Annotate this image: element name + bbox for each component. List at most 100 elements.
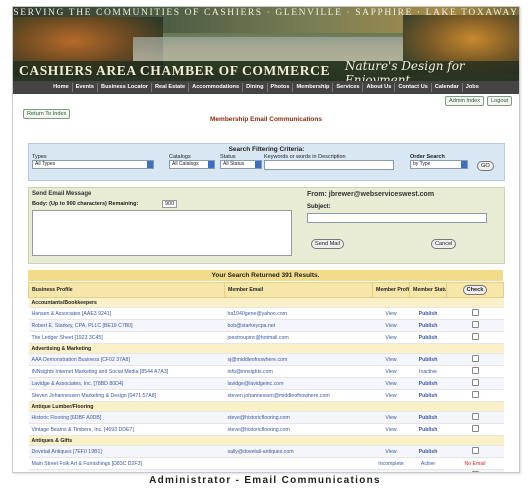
nav-item-services[interactable]: Services xyxy=(333,83,364,92)
business-name-link[interactable]: Hansen & Associates [AAE3 9241] xyxy=(28,307,225,320)
admin-index-button[interactable]: Admin Index xyxy=(445,96,485,106)
member-profile-link[interactable]: View xyxy=(372,445,410,458)
member-status: Publish xyxy=(409,389,447,402)
member-profile-link[interactable]: View xyxy=(372,331,410,344)
results-table: Business Profile Member Email Member Pro… xyxy=(28,282,504,472)
nav-item-events[interactable]: Events xyxy=(73,83,99,92)
business-name-link[interactable]: Something Old [762E 8E4A] xyxy=(28,469,225,472)
nav-item-calendar[interactable]: Calendar xyxy=(432,83,463,92)
member-profile-link[interactable]: View xyxy=(372,411,410,424)
table-row: Historic Flooring [6DBF A0DB] steve@histo… xyxy=(28,411,504,424)
nav-item-jobs[interactable]: Jobs xyxy=(463,83,482,92)
category-label: Antique Lumber/Flooring xyxy=(28,401,504,412)
member-email: sj@middleofnowhere.com xyxy=(224,353,373,366)
site-title: Cashiers Area Chamber of Commerce xyxy=(19,63,331,78)
order-select[interactable]: by Type xyxy=(410,160,468,169)
category-row: Advertising & Marketing xyxy=(28,343,504,354)
table-row: Vintage Beams & Timbers, Inc. [4693 DDE7… xyxy=(28,423,504,436)
business-name-link[interactable]: Steven Johannessen Marketing & Design [0… xyxy=(28,389,225,402)
body-label: Body: (Up to 900 characters) Remaining: xyxy=(32,201,139,207)
nav-item-contact-us[interactable]: Contact Us xyxy=(395,83,432,92)
subject-label: Subject: xyxy=(307,204,331,210)
chevron-down-icon xyxy=(208,161,214,168)
send-header: Send Email Message xyxy=(32,191,92,197)
member-profile-link[interactable]: View xyxy=(372,353,410,366)
member-email: info@innsights.com xyxy=(224,365,373,378)
chevron-down-icon xyxy=(255,161,261,168)
select-checkbox[interactable] xyxy=(471,309,479,316)
banner-tagline: Serving the Communities of Cashiers · Gl… xyxy=(13,8,519,18)
select-checkbox[interactable] xyxy=(471,425,479,432)
member-status: Publish xyxy=(409,353,447,366)
types-select[interactable]: All Types xyxy=(32,160,154,169)
table-row: Hansen & Associates [AAE3 9241] ha1040gen… xyxy=(28,307,504,320)
body-textarea[interactable] xyxy=(32,210,292,256)
business-name-link[interactable]: AAA Demonstration Business [CF02 37A8] xyxy=(28,353,225,366)
member-profile-link[interactable]: View xyxy=(372,307,410,320)
member-status: Publish xyxy=(409,319,447,332)
category-row: Accountants/Bookkeepers xyxy=(28,297,504,308)
member-profile-link[interactable]: View xyxy=(372,389,410,402)
select-checkbox[interactable] xyxy=(471,391,479,398)
member-email: lavidge@lavidgeinc.com xyxy=(224,377,373,390)
member-email: steven.johannessen@middleofnowhere.com xyxy=(224,389,373,402)
status-select[interactable]: All Status xyxy=(220,160,262,169)
keywords-input[interactable] xyxy=(264,160,394,170)
nav-item-business-locator[interactable]: Business Locator xyxy=(98,83,152,92)
table-row: Dovetail Antiques [7EF0 19B1] sally@dovet… xyxy=(28,445,504,458)
nav-item-about-us[interactable]: About Us xyxy=(363,83,396,92)
business-name-link[interactable]: Main Street Folk Art & Furnishings [D83C… xyxy=(28,457,225,470)
table-row: Lavidge & Associates, Inc. [78BD 80D4] la… xyxy=(28,377,504,390)
table-row: AAA Demonstration Business [CF02 37A8] sj… xyxy=(28,353,504,366)
table-row: Robert E. Starkey, CPA, PLLC [BE19 C7B0]… xyxy=(28,319,504,332)
select-checkbox[interactable] xyxy=(471,367,479,374)
member-email: bob@starkeycpa.net xyxy=(224,319,373,332)
business-name-link[interactable]: The Ledger Sheet [1923 3C45] xyxy=(28,331,225,344)
member-status: Active xyxy=(409,457,447,470)
select-checkbox[interactable] xyxy=(471,333,479,340)
search-panel: Search Filtering Criteria: Types All Typ… xyxy=(28,143,505,181)
nav-item-home[interactable]: Home xyxy=(50,83,73,92)
business-name-link[interactable]: Dovetail Antiques [7EF0 19B1] xyxy=(28,445,225,458)
business-name-link[interactable]: Historic Flooring [6DBF A0DB] xyxy=(28,411,225,424)
select-checkbox[interactable] xyxy=(471,355,479,362)
catalogs-select[interactable]: All Catalogs xyxy=(169,160,215,169)
col-member-email: Member Email xyxy=(224,282,373,298)
send-mail-button[interactable]: Send Mail xyxy=(311,239,344,249)
select-checkbox[interactable] xyxy=(471,471,479,472)
go-button[interactable]: GO xyxy=(477,161,494,171)
category-row: Antique Lumber/Flooring xyxy=(28,401,504,412)
nav-item-dining[interactable]: Dining xyxy=(243,83,268,92)
nav-item-real-estate[interactable]: Real Estate xyxy=(152,83,190,92)
member-profile-link[interactable]: View xyxy=(372,469,410,472)
nav-item-membership[interactable]: Membership xyxy=(293,83,334,92)
nav-item-photos[interactable]: Photos xyxy=(268,83,294,92)
header-banner: Serving the Communities of Cashiers · Gl… xyxy=(13,7,519,81)
business-name-link[interactable]: Robert E. Starkey, CPA, PLLC [BE19 C7B0] xyxy=(28,319,225,332)
nav-item-accommodations[interactable]: Accommodations xyxy=(189,83,244,92)
member-profile-link[interactable]: View xyxy=(372,423,410,436)
member-status: Publish xyxy=(409,423,447,436)
remaining-count: 900 xyxy=(162,200,178,208)
member-profile-link[interactable]: View xyxy=(372,319,410,332)
member-profile-link[interactable]: View xyxy=(372,365,410,378)
col-member-profile: Member Profile xyxy=(372,282,410,298)
logout-button[interactable]: Logout xyxy=(487,96,513,106)
site-slogan: Nature's Design for Enjoyment xyxy=(345,59,465,81)
select-checkbox[interactable] xyxy=(471,447,479,454)
select-checkbox[interactable] xyxy=(471,379,479,386)
business-name-link[interactable]: Lavidge & Associates, Inc. [78BD 80D4] xyxy=(28,377,225,390)
member-profile-link[interactable]: View xyxy=(372,377,410,390)
app-frame: Serving the Communities of Cashiers · Gl… xyxy=(12,6,520,473)
business-name-link[interactable]: Vintage Beams & Timbers, Inc. [4693 DDE7… xyxy=(28,423,225,436)
member-profile-link: Incomplete xyxy=(372,457,410,470)
business-name-link[interactable]: INNsights Internet Marketing and Social … xyxy=(28,365,225,378)
member-status: Inactive xyxy=(409,365,447,378)
check-all-button[interactable]: Check xyxy=(462,285,488,295)
cancel-button[interactable]: Cancel xyxy=(431,239,457,249)
table-row: Main Street Folk Art & Furnishings [D83C… xyxy=(28,457,504,470)
page-title: Membership Email Communications xyxy=(210,116,322,123)
subject-input[interactable] xyxy=(307,213,487,223)
select-checkbox[interactable] xyxy=(471,413,479,420)
select-checkbox[interactable] xyxy=(471,321,479,328)
